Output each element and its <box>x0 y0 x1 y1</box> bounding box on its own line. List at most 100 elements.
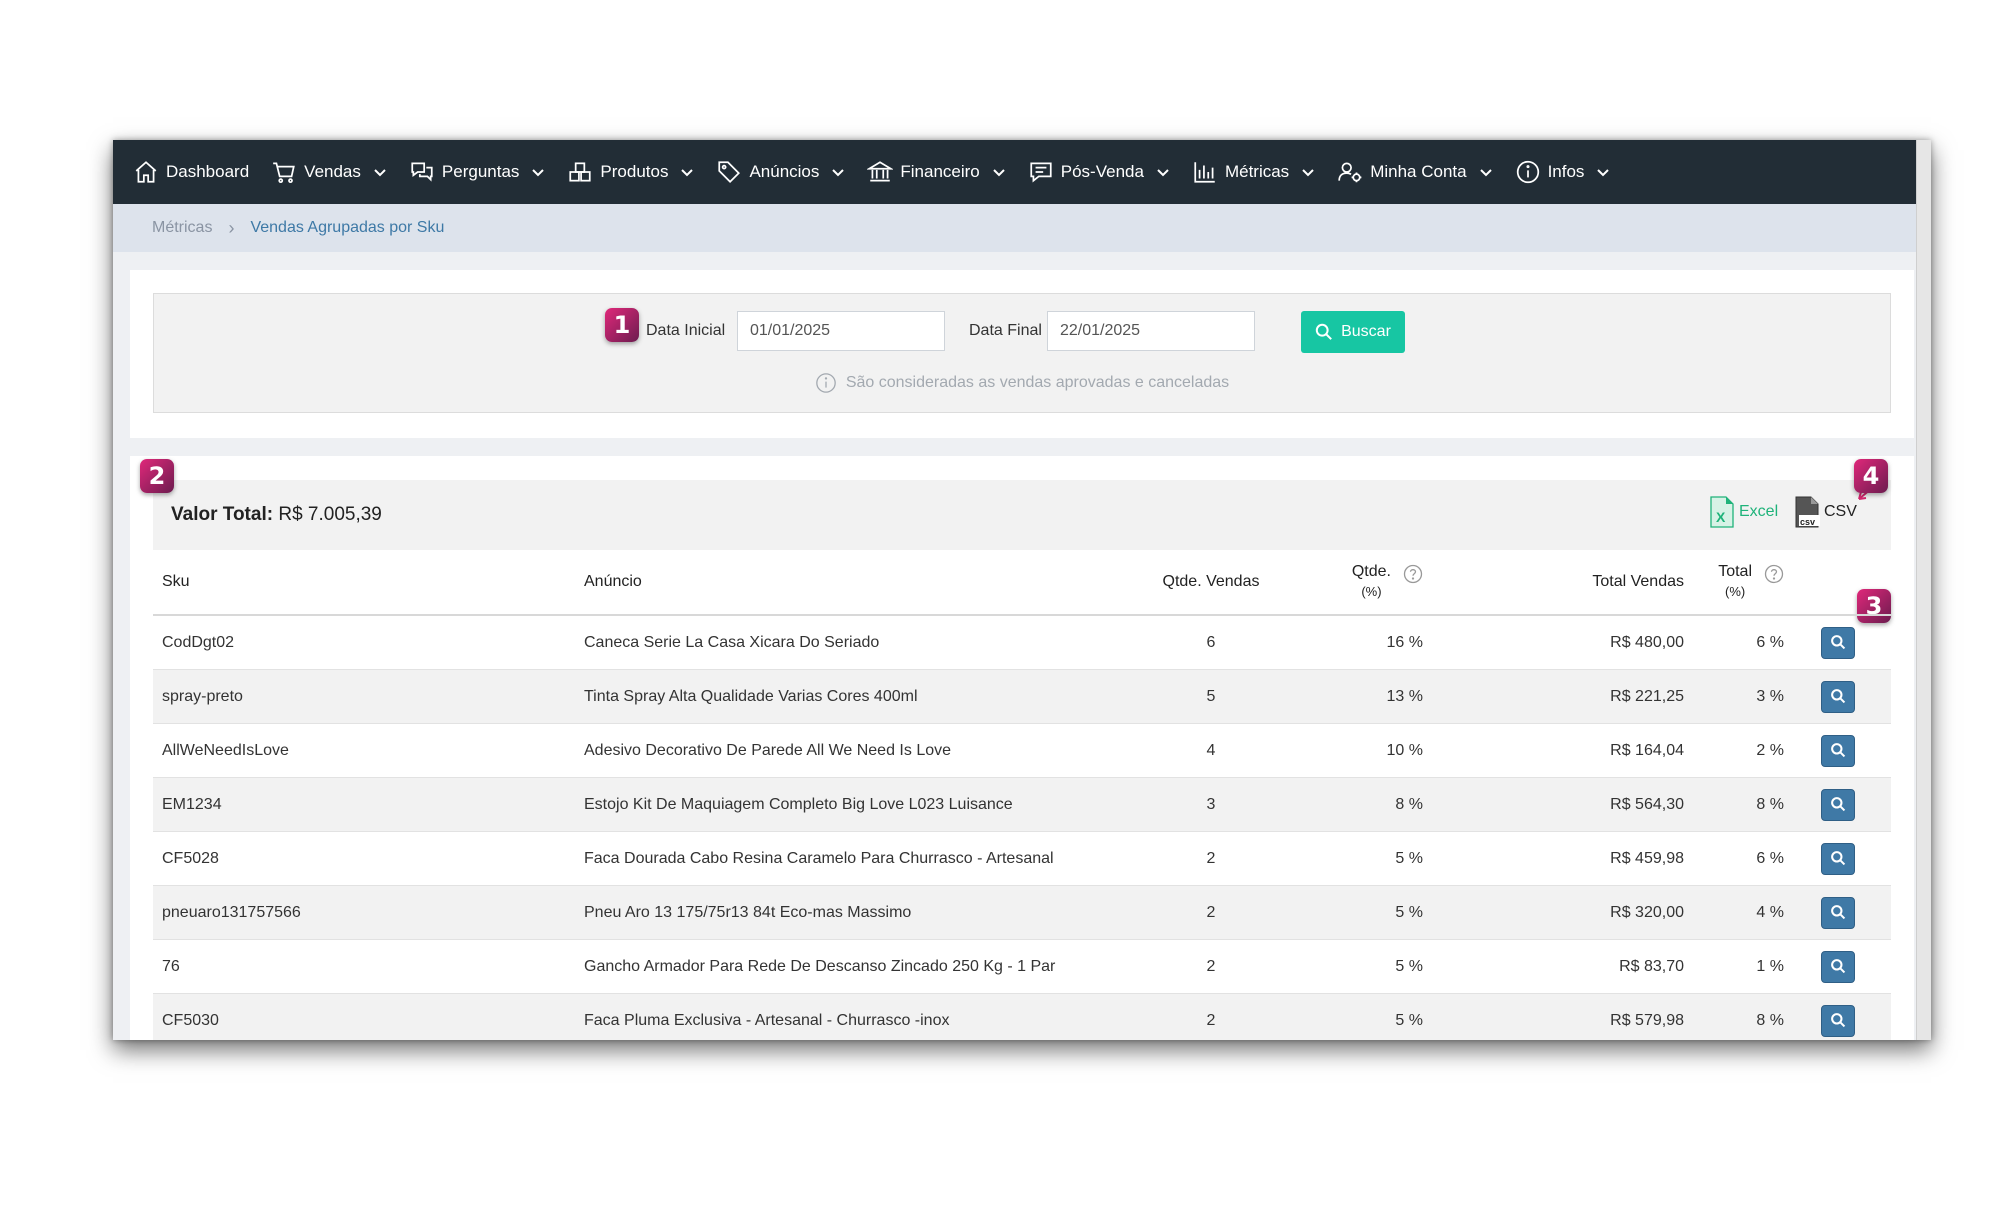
cell-qtde: 2 <box>1140 831 1282 886</box>
details-button[interactable] <box>1821 680 1855 713</box>
tag-icon <box>718 161 741 183</box>
results-card: Valor Total: R$ 7.005,39 X Excel csv CSV… <box>130 456 1914 1040</box>
breadcrumb-root[interactable]: Métricas <box>152 219 212 237</box>
col-header-anuncio[interactable]: Anúncio <box>583 550 1140 616</box>
cell-total-pct: 6 % <box>1685 831 1785 886</box>
details-button[interactable] <box>1821 950 1855 983</box>
info-icon <box>816 373 836 393</box>
nav-infos[interactable]: Infos <box>1515 159 1611 185</box>
end-date-input[interactable] <box>1047 311 1255 351</box>
excel-label: Excel <box>1739 503 1779 520</box>
total-value: Valor Total: R$ 7.005,39 <box>171 504 382 526</box>
table-row: EM1234 Estojo Kit De Maquiagem Completo … <box>153 777 1891 832</box>
cell-total-pct: 3 % <box>1685 669 1785 724</box>
cell-anuncio: Adesivo Decorativo De Parede All We Need… <box>583 723 1140 778</box>
cell-sku: CodDgt02 <box>153 615 583 670</box>
cell-qtde: 4 <box>1140 723 1282 778</box>
total-pct-header: Total (%) <box>1718 562 1784 602</box>
cell-anuncio: Faca Dourada Cabo Resina Caramelo Para C… <box>583 831 1140 886</box>
cell-sku: spray-preto <box>153 669 583 724</box>
svg-text:X: X <box>1716 509 1726 525</box>
nav-anuncios[interactable]: Anúncios <box>716 159 845 185</box>
cell-total-pct: 2 % <box>1685 723 1785 778</box>
cell-sku: 76 <box>153 939 583 994</box>
bank-icon <box>867 161 894 182</box>
cell-anuncio: Pneu Aro 13 175/75r13 84t Eco-mas Massim… <box>583 885 1140 940</box>
nav-pos-venda[interactable]: Pós-Venda <box>1028 159 1170 185</box>
info-icon <box>1516 160 1539 184</box>
nav-minha-conta[interactable]: Minha Conta <box>1337 159 1492 185</box>
export-excel-button[interactable]: X Excel <box>1709 496 1778 528</box>
nav-metricas[interactable]: Métricas <box>1192 159 1315 185</box>
cell-anuncio: Caneca Serie La Casa Xicara Do Seriado <box>583 615 1140 670</box>
nav-vendas[interactable]: Vendas <box>271 159 387 185</box>
nav-label: Produtos <box>600 162 669 181</box>
cell-qtde-pct: 5 % <box>1282 831 1423 886</box>
cell-qtde: 2 <box>1140 993 1282 1040</box>
cell-sku: pneuaro131757566 <box>153 885 583 940</box>
cell-action <box>1785 615 1891 670</box>
help-icon[interactable] <box>1403 564 1423 584</box>
col-header-total-vendas[interactable]: Total Vendas <box>1423 550 1685 616</box>
bar-chart-icon <box>1194 162 1215 183</box>
chevron-down-icon <box>1597 169 1610 177</box>
nav-label: Infos <box>1547 162 1585 181</box>
nav-perguntas[interactable]: Perguntas <box>409 159 546 185</box>
cell-total: R$ 564,30 <box>1423 777 1685 832</box>
col-header-sku[interactable]: Sku <box>153 550 583 616</box>
filter-card: 1 Data Inicial Data Final Buscar São con… <box>130 270 1914 438</box>
start-date-label: Data Inicial <box>646 322 726 339</box>
details-button[interactable] <box>1821 734 1855 767</box>
window-scrollbar[interactable] <box>1916 140 1931 1040</box>
cell-action <box>1785 993 1891 1040</box>
help-icon[interactable] <box>1764 564 1784 584</box>
export-csv-button[interactable]: csv CSV <box>1794 496 1857 528</box>
table-body: CodDgt02 Caneca Serie La Casa Xicara Do … <box>153 615 1891 1040</box>
col-header-qtde-pct[interactable]: Qtde. (%) <box>1282 550 1423 616</box>
cell-action <box>1785 723 1891 778</box>
cell-total: R$ 459,98 <box>1423 831 1685 886</box>
nav-dashboard[interactable]: Dashboard <box>133 159 249 185</box>
cell-total: R$ 83,70 <box>1423 939 1685 994</box>
cell-total-pct: 8 % <box>1685 777 1785 832</box>
cell-qtde-pct: 10 % <box>1282 723 1423 778</box>
step-badge-4: 4 <box>1854 459 1888 493</box>
magnifier-icon <box>1830 851 1845 866</box>
start-date-input[interactable] <box>737 311 945 351</box>
col-header-total-pct[interactable]: Total (%) <box>1685 550 1785 616</box>
cell-qtde-pct: 5 % <box>1282 939 1423 994</box>
cell-action <box>1785 885 1891 940</box>
nav-financeiro[interactable]: Financeiro <box>867 159 1005 185</box>
total-label: Valor Total: <box>171 504 274 525</box>
svg-text:csv: csv <box>1800 517 1815 527</box>
table-row: AllWeNeedIsLove Adesivo Decorativo De Pa… <box>153 723 1891 778</box>
nav-label: Pós-Venda <box>1060 162 1144 181</box>
cell-qtde: 3 <box>1140 777 1282 832</box>
summary-bar: Valor Total: R$ 7.005,39 X Excel csv CSV <box>153 480 1891 550</box>
total-amount: R$ 7.005,39 <box>278 504 382 525</box>
top-nav: Dashboard Vendas Perguntas Produtos Anún… <box>113 140 1931 204</box>
magnifier-icon <box>1830 689 1845 704</box>
search-button[interactable]: Buscar <box>1301 311 1405 353</box>
details-button[interactable] <box>1821 1004 1855 1037</box>
nav-produtos[interactable]: Produtos <box>567 159 694 185</box>
home-icon <box>135 161 157 183</box>
breadcrumb-separator: › <box>228 217 235 238</box>
details-button[interactable] <box>1821 788 1855 821</box>
details-button[interactable] <box>1821 626 1855 659</box>
cell-qtde: 6 <box>1140 615 1282 670</box>
details-button[interactable] <box>1821 896 1855 929</box>
filter-info-text: São consideradas as vendas aprovadas e c… <box>845 374 1230 391</box>
nav-label: Financeiro <box>900 162 980 181</box>
details-button[interactable] <box>1821 842 1855 875</box>
search-icon <box>1315 323 1332 340</box>
sales-table: Sku Anúncio Qtde. Vendas Qtde. (%) Total… <box>153 550 1891 1040</box>
cell-qtde-pct: 5 % <box>1282 993 1423 1040</box>
table-row: spray-preto Tinta Spray Alta Qualidade V… <box>153 669 1891 724</box>
nav-label: Minha Conta <box>1370 162 1467 181</box>
qtde-pct-top: Qtde. <box>1351 563 1391 580</box>
breadcrumb-current: Vendas Agrupadas por Sku <box>250 219 445 236</box>
col-header-qtde-vendas[interactable]: Qtde. Vendas <box>1140 550 1282 616</box>
cell-total-pct: 4 % <box>1685 885 1785 940</box>
cell-total: R$ 221,25 <box>1423 669 1685 724</box>
